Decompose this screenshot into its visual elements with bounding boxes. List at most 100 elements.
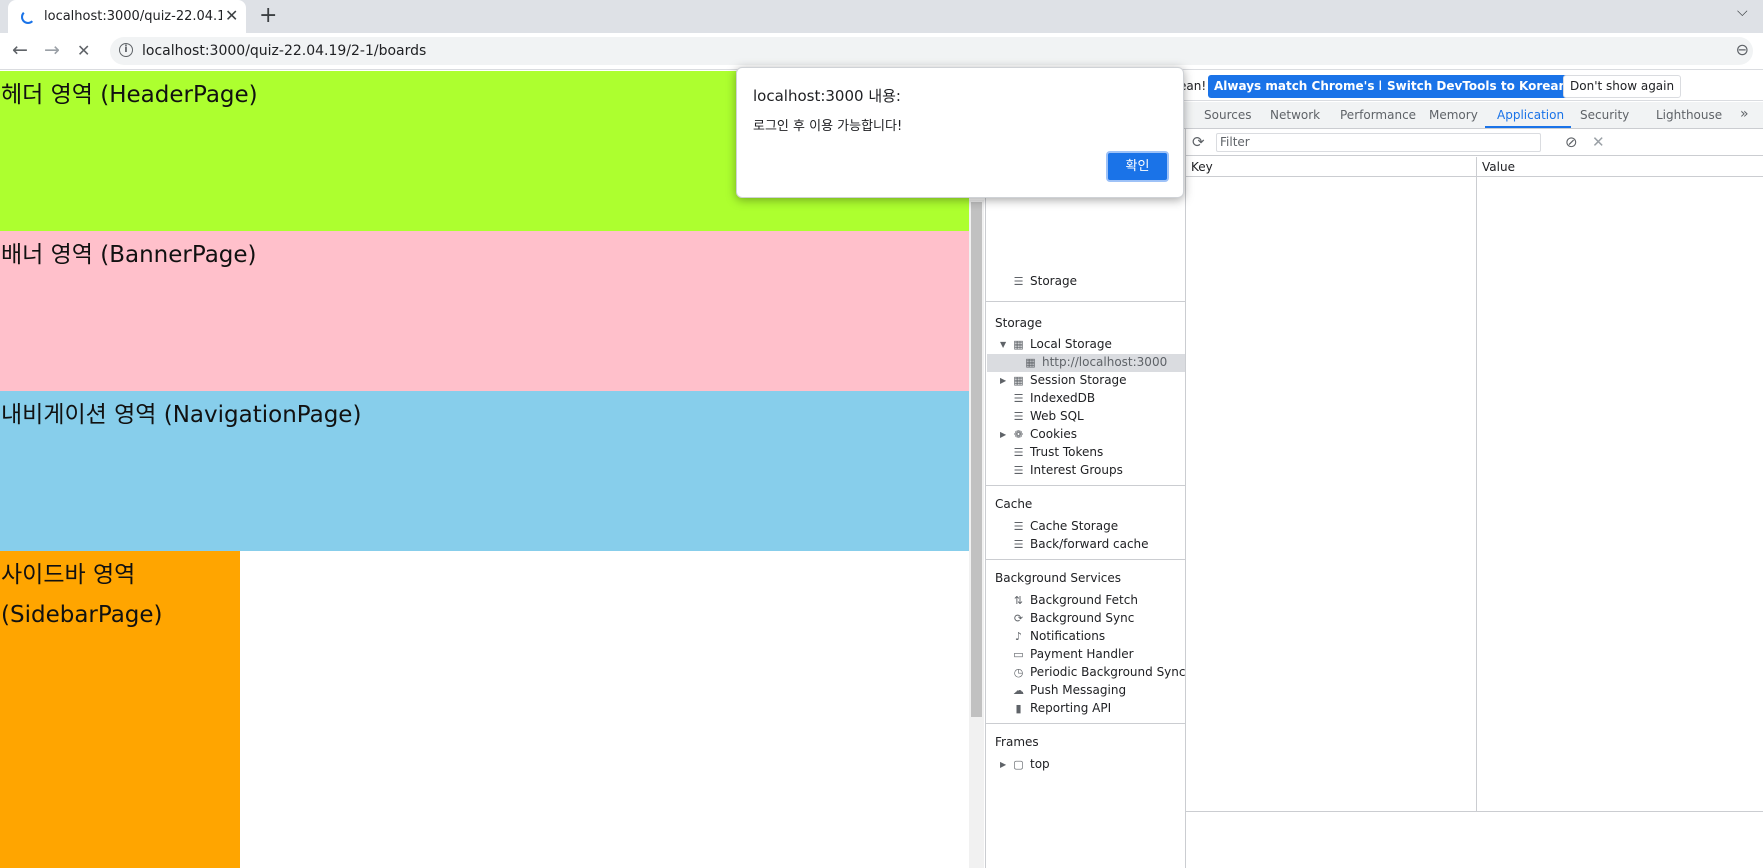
column-divider[interactable] (1476, 157, 1477, 811)
filter-input[interactable]: Filter (1216, 133, 1541, 152)
sync-icon: ⟳ (1013, 612, 1024, 625)
collapsed-triangle-icon[interactable]: ▶ (1000, 430, 1006, 439)
table-grid-icon: ▦ (1025, 356, 1036, 369)
database-icon: ☰ (1013, 538, 1024, 551)
alert-title: localhost:3000 내용: (753, 87, 901, 105)
back-button[interactable]: ← (12, 39, 28, 61)
sidebar-item-label: Storage (1030, 274, 1077, 288)
sidebar-item-cookies[interactable]: ❁ Cookies (1012, 427, 1077, 441)
sidebar-item-label: Local Storage (1030, 337, 1112, 351)
page-scrollbar-thumb[interactable] (971, 202, 982, 717)
sidebar-section: 사이드바 영역 (SidebarPage) (0, 551, 240, 868)
collapsed-triangle-icon[interactable]: ▶ (1000, 760, 1006, 769)
alert-dialog: localhost:3000 내용: 로그인 후 이용 가능합니다! 확인 (736, 67, 1184, 198)
sidebar-item-label: Back/forward cache (1030, 537, 1149, 551)
dont-show-again-button[interactable]: Don't show again (1563, 75, 1682, 98)
tab-sources[interactable]: Sources (1204, 108, 1251, 122)
sidebar-item-push-messaging[interactable]: ☁ Push Messaging (1012, 683, 1126, 697)
active-tab-indicator (1485, 126, 1571, 128)
tab-security[interactable]: Security (1580, 108, 1629, 122)
document-icon: ▮ (1015, 702, 1022, 715)
collapsed-triangle-icon[interactable]: ▶ (1000, 376, 1006, 385)
sidebar-item-label: Payment Handler (1030, 647, 1134, 661)
sidebar-item-periodic-sync[interactable]: ◷ Periodic Background Sync (1012, 665, 1186, 679)
sidebar-item-interest-groups[interactable]: ☰ Interest Groups (1012, 463, 1123, 477)
table-bottom-border (1186, 811, 1763, 812)
sidebar-item-payment-handler[interactable]: ▭ Payment Handler (1012, 647, 1134, 661)
sidebar-item-indexeddb[interactable]: ☰ IndexedDB (1012, 391, 1096, 405)
column-header-key[interactable]: Key (1191, 160, 1213, 174)
table-grid-icon: ▦ (1013, 338, 1024, 351)
banner-section-label: 배너 영역 (BannerPage) (1, 242, 257, 268)
sidebar-item-label: top (1030, 757, 1050, 771)
sidebar-item-label: http://localhost:3000 (1042, 355, 1168, 369)
column-header-value[interactable]: Value (1482, 160, 1515, 174)
storage-table-header: Key Value (1186, 157, 1763, 177)
zoom-icon[interactable]: ⊖ (1736, 40, 1749, 59)
navigation-section-label: 내비게이션 영역 (NavigationPage) (1, 402, 362, 428)
sidebar-section-label-line2: (SidebarPage) (1, 602, 163, 628)
clear-all-icon[interactable]: ⊘ (1565, 133, 1578, 151)
sidebar-item-storage-overview[interactable]: ☰ Storage (1012, 274, 1077, 288)
sidebar-item-cache-storage[interactable]: ☰ Cache Storage (1012, 519, 1119, 533)
sidebar-item-local-storage-origin[interactable]: ▦ http://localhost:3000 (1024, 355, 1167, 369)
page-scrollbar[interactable] (969, 200, 984, 868)
sidebar-item-reporting-api[interactable]: ▮ Reporting API (1012, 701, 1111, 715)
sidebar-section-background-services: Background Services (995, 571, 1122, 585)
sidebar-item-label: Web SQL (1030, 409, 1084, 423)
site-info-icon[interactable]: i (119, 43, 133, 57)
sidebar-item-background-fetch[interactable]: ⇅ Background Fetch (1012, 593, 1138, 607)
header-section-label: 헤더 영역 (HeaderPage) (1, 82, 258, 108)
tab-lighthouse[interactable]: Lighthouse (1656, 108, 1722, 122)
sidebar-item-label: Periodic Background Sync (1030, 665, 1186, 679)
delete-selected-icon[interactable]: ✕ (1592, 133, 1605, 151)
forward-button[interactable]: → (44, 39, 60, 61)
tab-application[interactable]: Application (1497, 108, 1564, 122)
fetch-arrows-icon: ⇅ (1013, 594, 1024, 607)
sidebar-item-label: Push Messaging (1030, 683, 1127, 697)
sidebar-item-label: Session Storage (1030, 373, 1127, 387)
sidebar-item-trust-tokens[interactable]: ☰ Trust Tokens (1012, 445, 1104, 459)
navigation-section: 내비게이션 영역 (NavigationPage) (0, 391, 969, 551)
sidebar-item-local-storage[interactable]: ▦ Local Storage (1012, 337, 1112, 351)
address-bar[interactable]: i localhost:3000/quiz-22.04.19/2-1/board… (110, 37, 1753, 65)
tab-memory[interactable]: Memory (1429, 108, 1478, 122)
browser-tab[interactable]: localhost:3000/quiz-22.04.19/2-1/boards … (8, 0, 246, 33)
application-sidebar: ☰ Storage Storage ▼ ▦ Local Storage ▦ http:… (986, 129, 1186, 868)
sidebar-item-session-storage[interactable]: ▦ Session Storage (1012, 373, 1127, 387)
sidebar-item-label: IndexedDB (1030, 391, 1096, 405)
url-text[interactable]: localhost:3000/quiz-22.04.19/2-1/boards (142, 43, 426, 59)
sidebar-section-storage: Storage (995, 316, 1042, 330)
database-icon: ☰ (1013, 464, 1024, 477)
tab-network[interactable]: Network (1270, 108, 1320, 122)
switch-to-korean-button[interactable]: Switch DevTools to Korean (1381, 75, 1574, 98)
stop-loading-button[interactable]: ✕ (77, 41, 90, 60)
storage-filter-bar: ⟳ Filter ⊘ ✕ (1186, 129, 1763, 156)
more-tabs-icon[interactable]: » (1740, 106, 1749, 122)
sidebar-item-label: Background Sync (1030, 611, 1135, 625)
refresh-icon[interactable]: ⟳ (1192, 133, 1205, 151)
sidebar-item-websql[interactable]: ☰ Web SQL (1012, 409, 1084, 423)
clock-icon: ◷ (1013, 666, 1024, 679)
sidebar-divider (986, 559, 1186, 560)
sidebar-divider (986, 723, 1186, 724)
database-icon: ☰ (1013, 410, 1024, 423)
sidebar-item-label: Interest Groups (1030, 463, 1123, 477)
tab-performance[interactable]: Performance (1340, 108, 1416, 122)
sidebar-item-background-sync[interactable]: ⟳ Background Sync (1012, 611, 1134, 625)
sidebar-item-frame-top[interactable]: ▢ top (1012, 757, 1050, 771)
sidebar-item-label: Trust Tokens (1030, 445, 1104, 459)
database-icon: ☰ (1013, 520, 1024, 533)
tab-search-chevron-icon[interactable]: ⌵ (1737, 4, 1748, 20)
sidebar-item-notifications[interactable]: ♪ Notifications (1012, 629, 1105, 643)
sidebar-item-label: Cache Storage (1030, 519, 1119, 533)
alert-ok-button[interactable]: 확인 (1106, 151, 1169, 182)
sidebar-section-label-line1: 사이드바 영역 (1, 562, 136, 588)
browser-tab-bar: localhost:3000/quiz-22.04.19/2-1/boards … (0, 0, 1763, 33)
browser-toolbar: ← → ✕ i localhost:3000/quiz-22.04.19/2-1… (0, 33, 1763, 70)
expanded-triangle-icon[interactable]: ▼ (1000, 340, 1006, 349)
sidebar-item-bf-cache[interactable]: ☰ Back/forward cache (1012, 537, 1149, 551)
tab-close-icon[interactable]: ✕ (225, 6, 238, 25)
new-tab-button[interactable]: + (259, 3, 277, 28)
sidebar-section-frames: Frames (995, 735, 1039, 749)
